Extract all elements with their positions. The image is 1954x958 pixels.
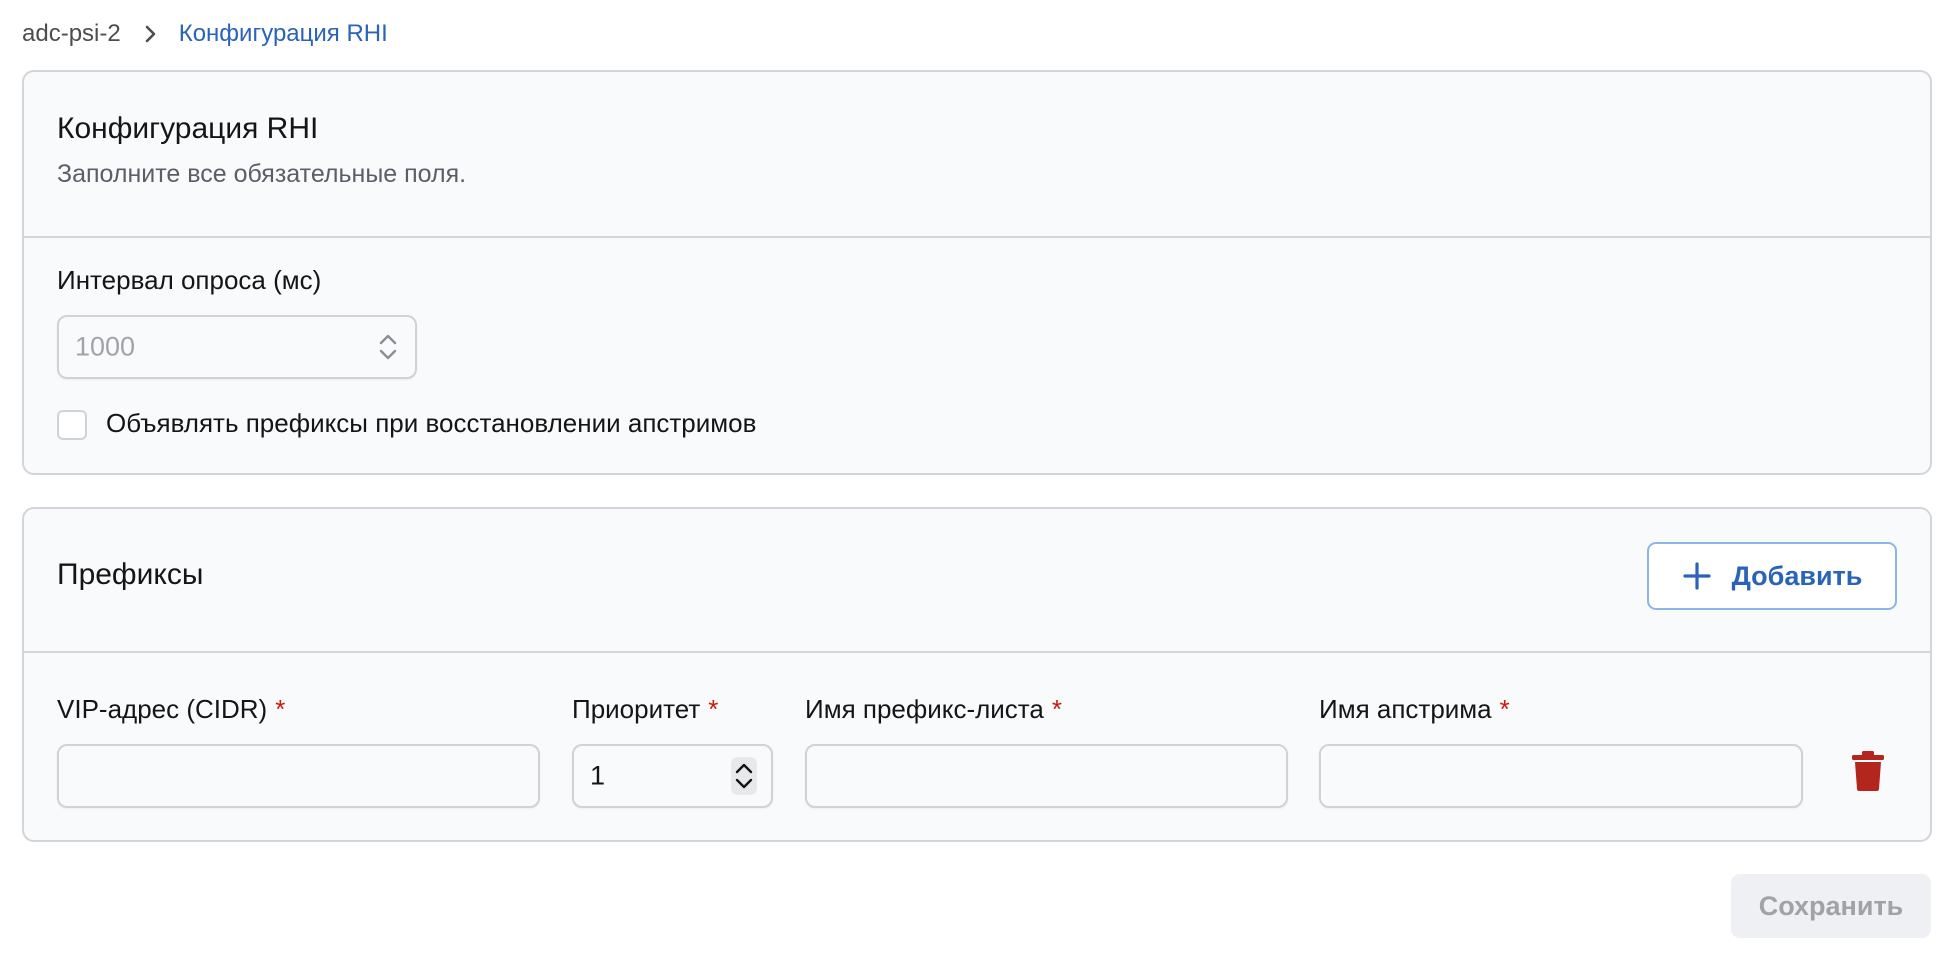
interval-label: Интервал опроса (мс) xyxy=(57,265,322,295)
breadcrumb-item-root[interactable]: adc-psi-2 xyxy=(22,20,121,48)
interval-placeholder: 1000 xyxy=(75,331,136,362)
vip-input[interactable] xyxy=(57,744,540,808)
prefix-list-label-text: Имя префикс-листа xyxy=(805,694,1044,724)
upstream-input[interactable] xyxy=(1319,744,1803,808)
priority-input[interactable]: 1 xyxy=(572,744,773,808)
card-header: Конфигурация RHI Заполните все обязатель… xyxy=(24,72,1930,238)
vip-label-text: VIP-адрес (CIDR) xyxy=(57,694,268,724)
save-button[interactable]: Сохранить xyxy=(1731,874,1931,938)
upstream-label: Имя апстрима * xyxy=(1319,694,1510,725)
interval-input[interactable]: 1000 xyxy=(57,315,417,379)
rhi-config-card: Конфигурация RHI Заполните все обязатель… xyxy=(22,70,1932,475)
announce-prefixes-checkbox[interactable] xyxy=(57,410,87,440)
breadcrumb-item-current: Конфигурация RHI xyxy=(178,20,388,47)
card-title: Префиксы xyxy=(57,558,204,591)
add-button-label: Добавить xyxy=(1731,560,1863,591)
trash-icon[interactable] xyxy=(1850,749,1886,793)
required-mark: * xyxy=(275,694,286,724)
upstream-label-text: Имя апстрима xyxy=(1319,694,1492,724)
priority-value: 1 xyxy=(590,760,606,791)
chevron-up-down-icon[interactable] xyxy=(731,757,757,795)
vip-label: VIP-адрес (CIDR) * xyxy=(57,694,285,725)
required-mark: * xyxy=(708,694,719,724)
announce-prefixes-label[interactable]: Объявлять префиксы при восстановлении ап… xyxy=(106,408,756,439)
card-subtitle: Заполните все обязательные поля. xyxy=(57,160,467,188)
priority-label-text: Приоритет xyxy=(572,694,701,724)
required-mark: * xyxy=(1051,694,1062,724)
add-prefix-button[interactable]: Добавить xyxy=(1647,542,1897,610)
card-title: Конфигурация RHI xyxy=(57,112,319,145)
chevron-up-down-icon[interactable] xyxy=(375,328,401,366)
priority-label: Приоритет * xyxy=(572,694,718,725)
plus-icon xyxy=(1682,561,1712,591)
card-header: Префиксы Добавить xyxy=(24,509,1930,653)
prefix-list-label: Имя префикс-листа * xyxy=(805,694,1062,725)
breadcrumb: adc-psi-2 Конфигурация RHI xyxy=(22,14,388,54)
prefixes-card: Префиксы Добавить VIP-адрес (CIDR) * Прио… xyxy=(22,507,1932,842)
required-mark: * xyxy=(1499,694,1510,724)
prefix-list-input[interactable] xyxy=(805,744,1288,808)
chevron-right-icon xyxy=(145,25,157,43)
